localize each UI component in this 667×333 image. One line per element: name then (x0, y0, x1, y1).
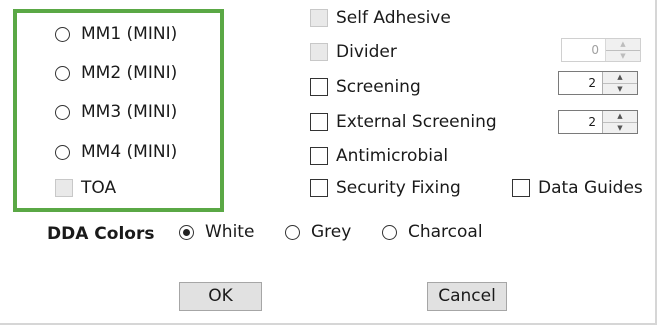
spinner-up-icon[interactable]: ▲ (603, 72, 637, 84)
checkbox-divider-label: Divider (336, 42, 397, 62)
checkbox-divider[interactable]: Divider (310, 41, 397, 63)
radio-grey[interactable]: Grey (285, 221, 351, 243)
divider-spinner[interactable]: 0 ▲ ▼ (561, 38, 641, 62)
radio-charcoal-indicator[interactable] (382, 224, 397, 240)
spinner-up-icon[interactable]: ▲ (603, 111, 637, 123)
radio-mm1[interactable]: MM1 (MINI) (55, 23, 177, 45)
screening-spinner-value[interactable]: 2 (559, 72, 602, 94)
radio-mm4-label: MM4 (MINI) (81, 142, 178, 162)
checkbox-data-guides-label: Data Guides (538, 178, 643, 198)
spinner-down-icon[interactable]: ▼ (603, 122, 637, 133)
dda-colors-label: DDA Colors (47, 224, 155, 244)
checkbox-self-adhesive-label: Self Adhesive (336, 8, 451, 28)
checkbox-security-fixing-label: Security Fixing (336, 178, 461, 198)
radio-charcoal[interactable]: Charcoal (382, 221, 483, 243)
screening-spinner-arrows[interactable]: ▲ ▼ (602, 72, 637, 94)
checkbox-divider-box[interactable] (310, 43, 328, 61)
radio-charcoal-label: Charcoal (408, 222, 483, 242)
dialog-border-bottom (0, 323, 657, 325)
checkbox-external-screening[interactable]: External Screening (310, 111, 497, 133)
checkbox-antimicrobial-box[interactable] (310, 147, 328, 165)
radio-mm4[interactable]: MM4 (MINI) (55, 141, 177, 163)
external-screening-spinner[interactable]: 2 ▲ ▼ (558, 110, 638, 134)
checkbox-security-fixing[interactable]: Security Fixing (310, 177, 461, 199)
checkbox-data-guides[interactable]: Data Guides (512, 177, 643, 199)
screening-spinner[interactable]: 2 ▲ ▼ (558, 71, 638, 95)
checkbox-toa-label: TOA (81, 178, 117, 198)
radio-mm3-indicator[interactable] (55, 104, 70, 120)
checkbox-data-guides-box[interactable] (512, 179, 530, 197)
checkbox-toa[interactable]: TOA (55, 177, 116, 199)
radio-mm3[interactable]: MM3 (MINI) (55, 101, 177, 123)
ok-button[interactable]: OK (179, 282, 262, 311)
dialog-border-right (655, 0, 657, 323)
radio-white-label: White (205, 222, 255, 242)
radio-mm3-label: MM3 (MINI) (81, 102, 178, 122)
checkbox-external-screening-label: External Screening (336, 112, 497, 132)
checkbox-antimicrobial-label: Antimicrobial (336, 146, 449, 166)
checkbox-screening[interactable]: Screening (310, 76, 421, 98)
divider-spinner-value[interactable]: 0 (562, 39, 605, 61)
checkbox-self-adhesive[interactable]: Self Adhesive (310, 7, 451, 29)
radio-mm1-indicator[interactable] (55, 26, 70, 42)
radio-grey-indicator[interactable] (285, 224, 300, 240)
spinner-up-icon[interactable]: ▲ (606, 39, 640, 51)
radio-mm2-label: MM2 (MINI) (81, 63, 178, 83)
radio-mm4-indicator[interactable] (55, 144, 70, 160)
radio-white-indicator[interactable] (179, 224, 194, 240)
checkbox-security-fixing-box[interactable] (310, 179, 328, 197)
radio-mm2-indicator[interactable] (55, 65, 70, 81)
external-screening-spinner-arrows[interactable]: ▲ ▼ (602, 111, 637, 133)
spinner-down-icon[interactable]: ▼ (606, 50, 640, 61)
external-screening-spinner-value[interactable]: 2 (559, 111, 602, 133)
checkbox-antimicrobial[interactable]: Antimicrobial (310, 145, 448, 167)
cancel-button[interactable]: Cancel (427, 282, 507, 311)
radio-mm2[interactable]: MM2 (MINI) (55, 62, 177, 84)
divider-spinner-arrows[interactable]: ▲ ▼ (605, 39, 640, 61)
checkbox-external-screening-box[interactable] (310, 113, 328, 131)
checkbox-screening-label: Screening (336, 77, 421, 97)
radio-mm1-label: MM1 (MINI) (81, 24, 178, 44)
checkbox-toa-box[interactable] (55, 179, 73, 197)
checkbox-screening-box[interactable] (310, 78, 328, 96)
checkbox-self-adhesive-box[interactable] (310, 9, 328, 27)
spinner-down-icon[interactable]: ▼ (603, 83, 637, 94)
radio-white[interactable]: White (179, 221, 254, 243)
radio-grey-label: Grey (311, 222, 352, 242)
